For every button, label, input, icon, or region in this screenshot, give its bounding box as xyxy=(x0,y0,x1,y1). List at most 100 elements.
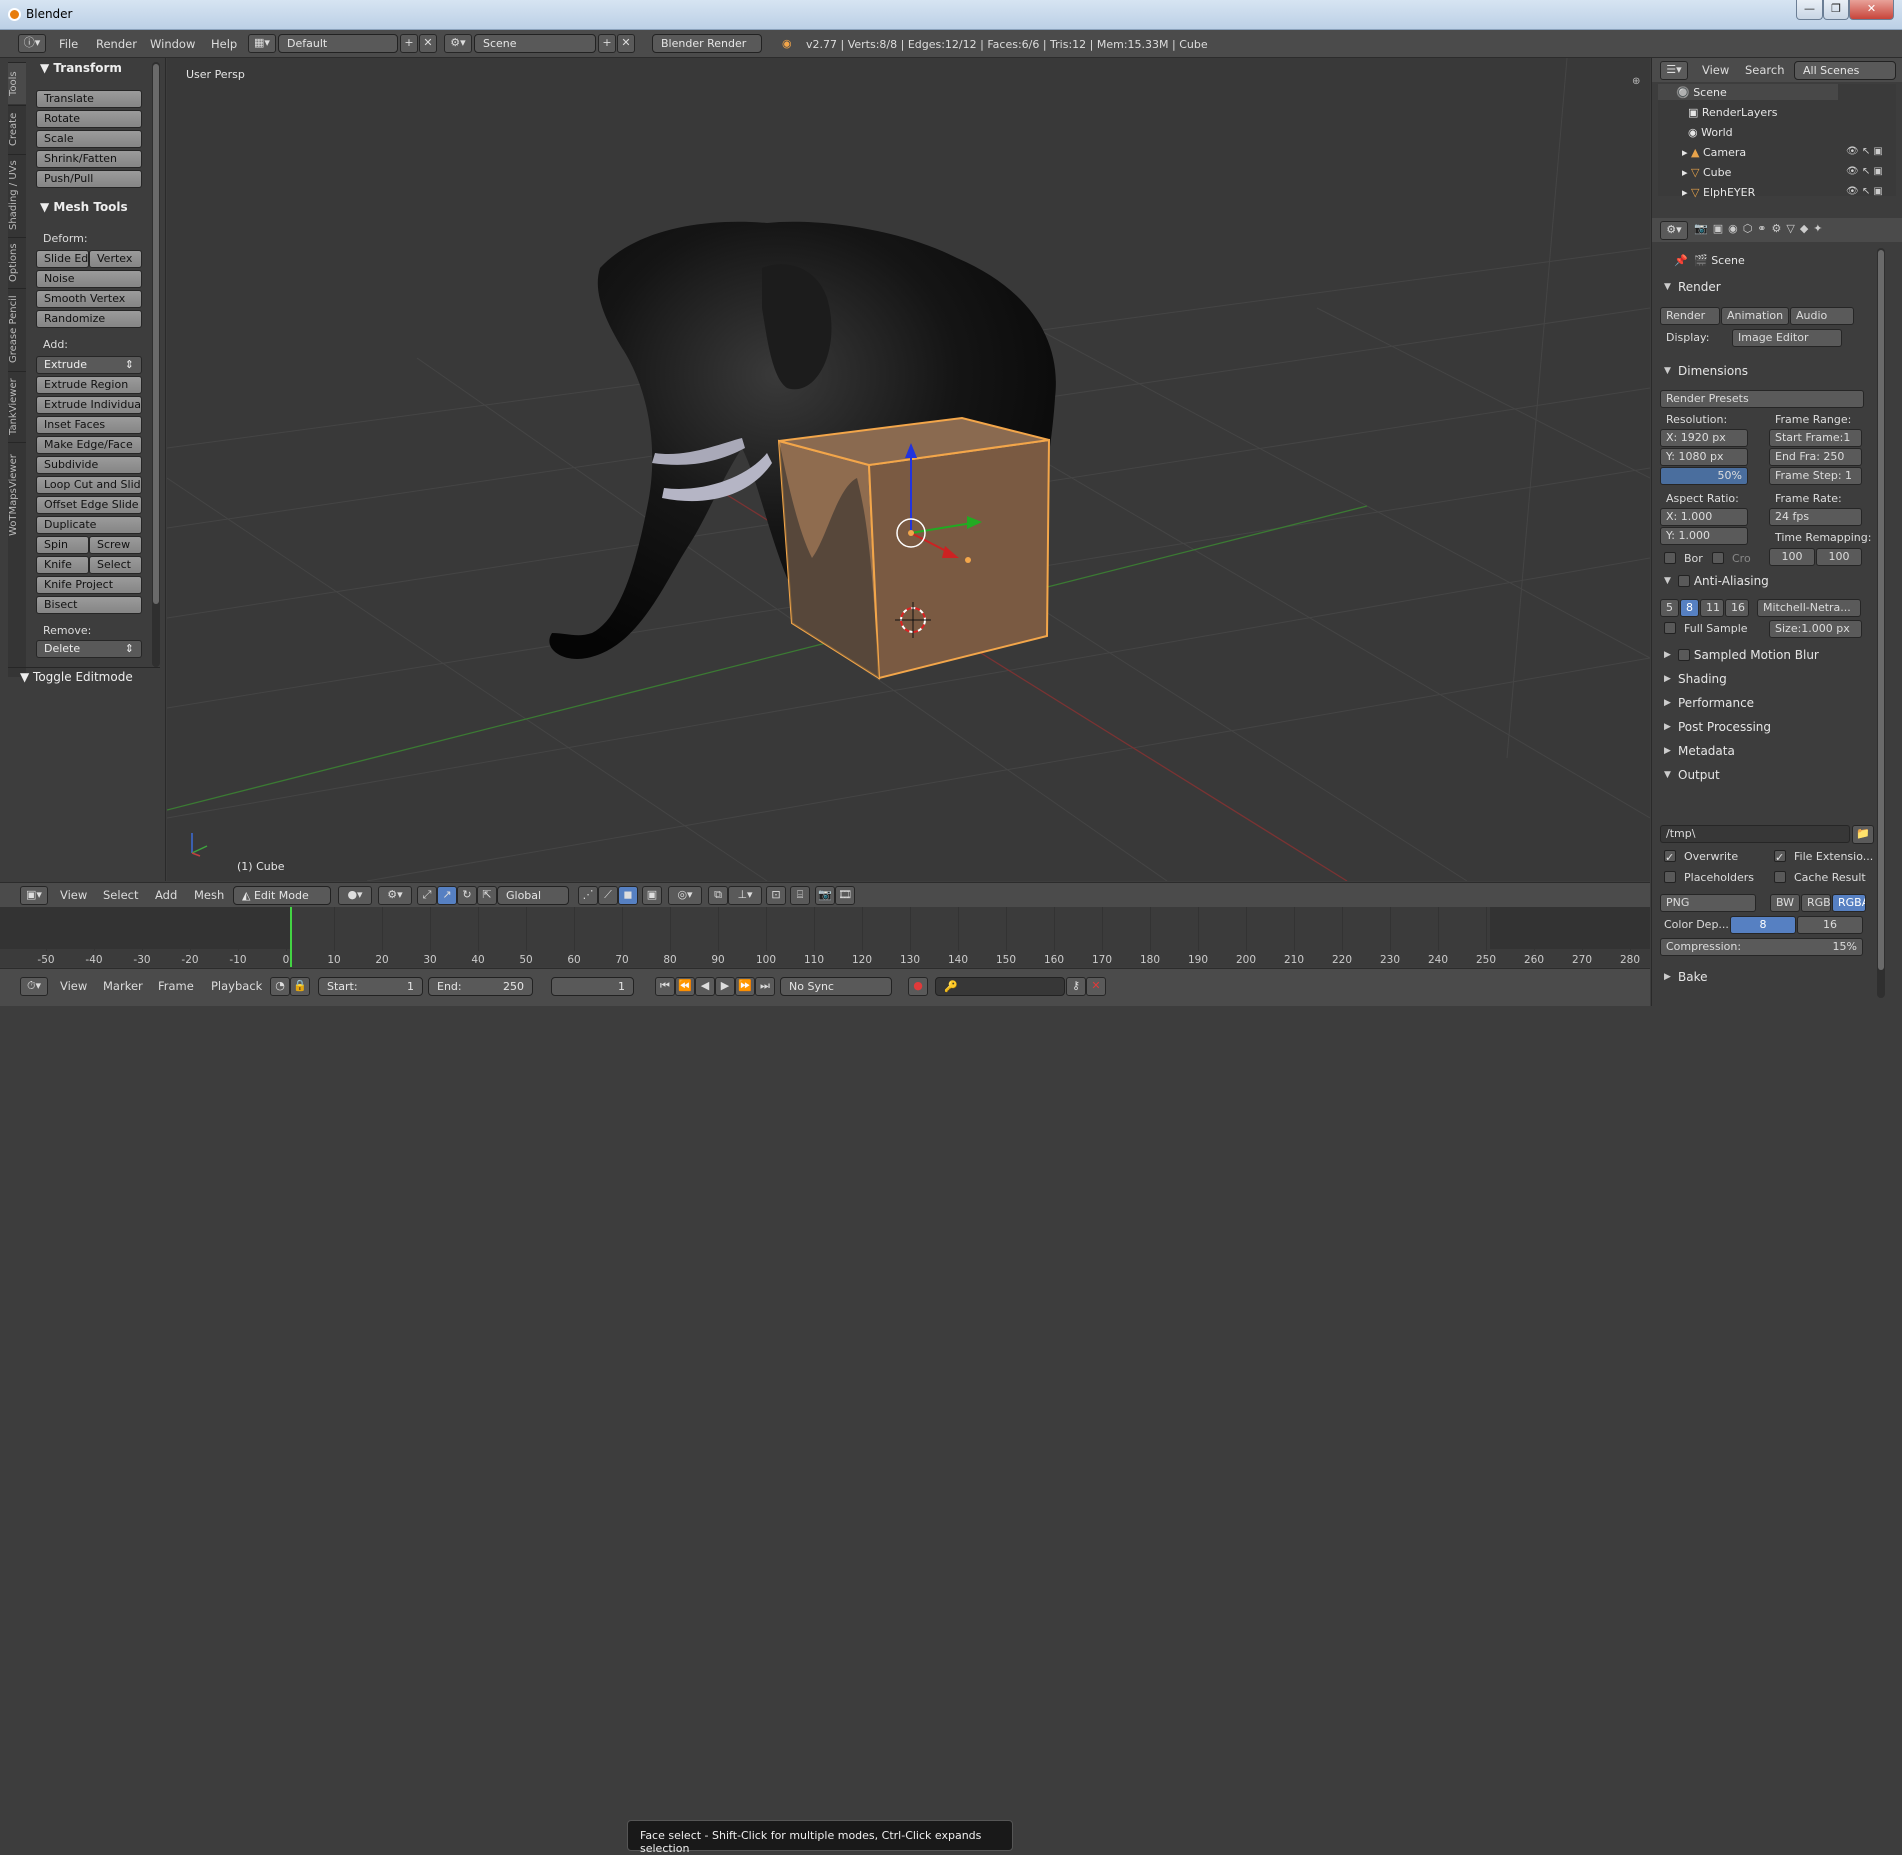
smooth-vertex-button[interactable]: Smooth Vertex xyxy=(36,290,142,308)
pin-icon[interactable]: 📌 xyxy=(1674,254,1688,267)
screen-layout-field[interactable]: Default xyxy=(278,34,398,53)
visibility-eye-icon[interactable]: 👁 ↖ ▣ xyxy=(1846,166,1883,177)
outliner-item-cube[interactable]: ▸ ▽ Cube xyxy=(1682,166,1731,179)
aa-samples-11[interactable]: 11 xyxy=(1700,599,1724,617)
screen-layout-icon[interactable]: ▦▾ xyxy=(248,34,276,53)
play-icon[interactable]: ▶ xyxy=(715,977,735,996)
scene-field[interactable]: Scene xyxy=(474,34,596,53)
aa-samples-8[interactable]: 8 xyxy=(1680,599,1699,617)
full-sample-checkbox[interactable] xyxy=(1664,622,1676,634)
render-presets-select[interactable]: Render Presets xyxy=(1660,390,1864,408)
manipulator-icon[interactable]: ⤢ xyxy=(417,886,437,905)
timeline-view-menu[interactable]: View xyxy=(60,979,87,993)
color-rgba-button[interactable]: RGBA xyxy=(1832,894,1866,912)
file-format-select[interactable]: PNG xyxy=(1660,894,1756,912)
extrude-select[interactable]: Extrude ⇕ xyxy=(36,356,142,374)
properties-editor-icon[interactable]: ⚙▾ xyxy=(1660,221,1688,240)
visibility-eye-icon[interactable]: 👁 ↖ ▣ xyxy=(1846,186,1883,197)
properties-scrollbar[interactable] xyxy=(1877,248,1885,998)
mesh-tools-header[interactable]: ▼ Mesh Tools xyxy=(40,200,128,214)
tool-shelf-scrollbar[interactable] xyxy=(152,62,160,667)
outliner-item-camera[interactable]: ▸ ▲ Camera xyxy=(1682,146,1746,159)
loop-cut-slide-button[interactable]: Loop Cut and Slide xyxy=(36,476,142,494)
start-frame-field[interactable]: Start Frame:1 xyxy=(1769,429,1862,447)
anti-aliasing-panel-header[interactable]: Anti-Aliasing xyxy=(1658,574,1896,594)
jump-end-icon[interactable]: ⏭ xyxy=(755,977,775,996)
file-extensions-checkbox[interactable]: ✓ xyxy=(1774,850,1786,864)
toggle-editmode-header[interactable]: ▼ Toggle Editmode xyxy=(20,670,133,684)
transform-orientation-select[interactable]: Global xyxy=(497,886,569,905)
3d-viewport[interactable]: User Persp (1) Cube ⊕ xyxy=(167,58,1650,881)
opengl-render-icon[interactable]: ⌸ xyxy=(790,886,810,905)
animation-button[interactable]: Animation xyxy=(1721,307,1789,325)
resolution-x-field[interactable]: X: 1920 px xyxy=(1660,429,1748,447)
timeline-playback-menu[interactable]: Playback xyxy=(211,979,262,993)
resolution-percentage-field[interactable]: 50% xyxy=(1660,467,1748,485)
aa-samples-5[interactable]: 5 xyxy=(1660,599,1679,617)
end-frame-field[interactable]: End Fra: 250 xyxy=(1769,448,1862,466)
menu-file[interactable]: File xyxy=(59,37,78,51)
inset-faces-button[interactable]: Inset Faces xyxy=(36,416,142,434)
timeline-area[interactable]: Face select - Shift-Click for multiple m… xyxy=(0,907,1650,1855)
filter-size-field[interactable]: Size:1.000 px xyxy=(1769,620,1862,638)
mode-select[interactable]: ◭ Edit Mode xyxy=(233,886,331,905)
menu-help[interactable]: Help xyxy=(211,37,237,51)
timeline-marker-menu[interactable]: Marker xyxy=(103,979,143,993)
view3d-editor-icon[interactable]: ▣▾ xyxy=(20,886,48,905)
remove-scene-icon[interactable]: ✕ xyxy=(617,34,635,53)
tab-options[interactable]: Options xyxy=(8,237,26,287)
outliner-item-world[interactable]: ◉ World xyxy=(1688,126,1733,139)
timeline-editor-icon[interactable]: ⏱▾ xyxy=(20,977,48,996)
tab-create[interactable]: Create xyxy=(8,105,26,153)
proportional-editing-icon[interactable]: ◎▾ xyxy=(668,886,702,905)
play-reverse-icon[interactable]: ◀ xyxy=(695,977,715,996)
scene-icon[interactable]: ⚙▾ xyxy=(444,34,472,53)
outliner-search-menu[interactable]: Search xyxy=(1745,63,1785,77)
rotate-manipulator-icon[interactable]: ↻ xyxy=(457,886,477,905)
editor-type-icon[interactable]: ⓘ▾ xyxy=(18,34,46,53)
randomize-button[interactable]: Randomize xyxy=(36,310,142,328)
menu-render[interactable]: Render xyxy=(96,37,137,51)
snap-toggle-icon[interactable]: ⧉ xyxy=(708,886,728,905)
scale-button[interactable]: Scale xyxy=(36,130,142,148)
post-processing-panel-header[interactable]: Post Processing xyxy=(1658,720,1896,740)
translate-button[interactable]: Translate xyxy=(36,90,142,108)
region-plus-icon[interactable]: ⊕ xyxy=(1632,76,1640,87)
view3d-mesh-menu[interactable]: Mesh xyxy=(194,888,224,902)
slide-vertex-button[interactable]: Vertex xyxy=(89,250,142,268)
render-panel-header[interactable]: Render xyxy=(1658,280,1896,300)
subdivide-button[interactable]: Subdivide xyxy=(36,456,142,474)
delete-select[interactable]: Delete ⇕ xyxy=(36,640,142,658)
jump-start-icon[interactable]: ⏮ xyxy=(655,977,675,996)
render-button[interactable]: Render xyxy=(1660,307,1720,325)
extrude-individual-button[interactable]: Extrude Individual xyxy=(36,396,142,414)
aa-filter-select[interactable]: Mitchell-Netra... xyxy=(1757,599,1861,617)
knife-select-button[interactable]: Select xyxy=(89,556,142,574)
duplicate-button[interactable]: Duplicate xyxy=(36,516,142,534)
rotate-button[interactable]: Rotate xyxy=(36,110,142,128)
end-frame-timeline-field[interactable]: End: 250 xyxy=(428,977,533,996)
knife-button[interactable]: Knife xyxy=(36,556,89,574)
aspect-x-field[interactable]: X: 1.000 xyxy=(1660,508,1748,526)
slide-edge-button[interactable]: Slide Ed xyxy=(36,250,89,268)
knife-project-button[interactable]: Knife Project xyxy=(36,576,142,594)
frame-step-field[interactable]: Frame Step: 1 xyxy=(1769,467,1862,485)
maximize-button[interactable]: ❐ xyxy=(1823,0,1849,20)
tab-grease-pencil[interactable]: Grease Pencil xyxy=(8,288,26,370)
tab-wotmapsviewer[interactable]: WoTMapsViewer xyxy=(8,442,26,547)
render-engine-select[interactable]: Blender Render xyxy=(652,34,762,53)
jump-keyframe-back-icon[interactable]: ⏪ xyxy=(675,977,695,996)
properties-context-tabs[interactable]: 📷▣◉⬡⚭⚙▽◆✦ xyxy=(1694,222,1828,235)
visibility-eye-icon[interactable]: 👁 ↖ ▣ xyxy=(1846,146,1883,157)
face-select-icon[interactable]: ◼ xyxy=(618,886,638,905)
aspect-y-field[interactable]: Y: 1.000 xyxy=(1660,527,1748,545)
vertex-select-icon[interactable]: ⋰ xyxy=(578,886,598,905)
view3d-view-menu[interactable]: View xyxy=(60,888,87,902)
make-edge-face-button[interactable]: Make Edge/Face xyxy=(36,436,142,454)
audio-button[interactable]: Audio xyxy=(1790,307,1854,325)
snap-element-icon[interactable]: ⊥▾ xyxy=(728,886,762,905)
remap-new-field[interactable]: 100 xyxy=(1816,548,1862,566)
preview-range-icon[interactable]: ◔ xyxy=(270,977,290,996)
view3d-add-menu[interactable]: Add xyxy=(155,888,177,902)
aa-samples-16[interactable]: 16 xyxy=(1725,599,1749,617)
